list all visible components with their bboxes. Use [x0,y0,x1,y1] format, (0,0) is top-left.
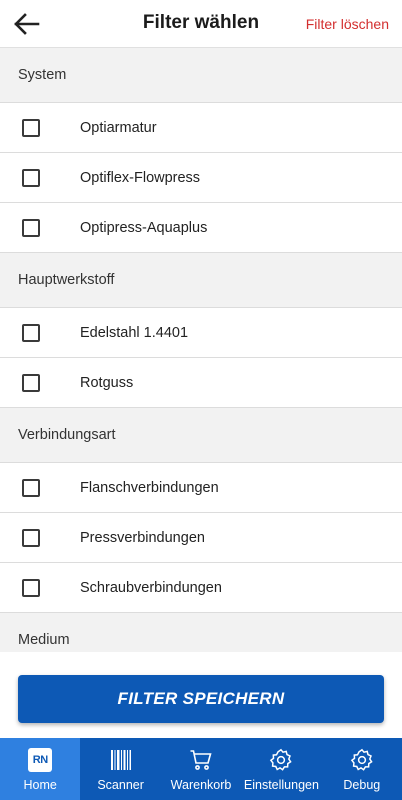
clear-filter-link[interactable]: Filter löschen [306,16,389,32]
checkbox[interactable] [22,118,40,137]
rn-logo: RN [28,748,53,772]
rn-logo-icon: RN [28,748,53,772]
filter-option-label: Optiflex-Flowpress [80,169,201,186]
filter-option-label: Pressverbindungen [80,529,205,546]
checkbox[interactable] [22,373,40,392]
filter-option-edelstahl[interactable]: Edelstahl 1.4401 [0,308,402,358]
filter-option-label: Optipress-Aquaplus [80,219,208,236]
filter-option-optipress-aquaplus[interactable]: Optipress-Aquaplus [0,203,402,253]
bottom-navigation: RN Home Scanner Warenkorb Einstellungen … [0,738,402,800]
arrow-left-icon [14,13,40,35]
filter-list[interactable]: System Optiarmatur Optiflex-Flowpress Op… [0,48,402,652]
filter-option-label: Edelstahl 1.4401 [80,324,189,341]
filter-option-pressverbindungen[interactable]: Pressverbindungen [0,513,402,563]
checkbox[interactable] [22,218,40,237]
checkbox[interactable] [22,323,40,342]
nav-item-einstellungen[interactable]: Einstellungen [241,738,321,800]
gear-icon [350,748,374,772]
nav-label: Home [23,778,57,792]
filter-option-label: Flanschverbindungen [80,479,219,496]
nav-label: Scanner [97,778,144,792]
nav-label: Debug [343,778,381,792]
filter-option-optiarmatur[interactable]: Optiarmatur [0,103,402,153]
section-header-hauptwerkstoff: Hauptwerkstoff [0,253,402,308]
save-filter-button[interactable]: FILTER SPEICHERN [18,675,384,723]
checkbox[interactable] [22,478,40,497]
nav-item-home[interactable]: RN Home [0,738,81,800]
filter-option-label: Optiarmatur [80,119,157,136]
checkbox[interactable] [22,578,40,597]
nav-label: Warenkorb [170,778,232,792]
nav-item-warenkorb[interactable]: Warenkorb [161,738,241,800]
nav-item-scanner[interactable]: Scanner [80,738,160,800]
section-header-verbindungsart: Verbindungsart [0,408,402,463]
nav-item-debug[interactable]: Debug [322,738,402,800]
gear-icon [269,748,293,772]
cart-icon [189,748,213,772]
filter-option-flanschverbindungen[interactable]: Flanschverbindungen [0,463,402,513]
filter-option-label: Schraubverbindungen [80,579,222,596]
filter-option-label: Rotguss [80,374,134,391]
filter-option-schraubverbindungen[interactable]: Schraubverbindungen [0,563,402,613]
nav-label: Einstellungen [243,778,319,792]
checkbox[interactable] [22,168,40,187]
barcode-icon [109,748,133,772]
checkbox[interactable] [22,528,40,547]
filter-option-rotguss[interactable]: Rotguss [0,358,402,408]
app-header: Filter wählen Filter löschen [0,0,402,48]
save-area: FILTER SPEICHERN [0,652,402,738]
back-button[interactable] [10,8,42,40]
filter-option-optiflex-flowpress[interactable]: Optiflex-Flowpress [0,153,402,203]
section-header-system: System [0,48,402,103]
section-header-medium: Medium [0,613,402,652]
